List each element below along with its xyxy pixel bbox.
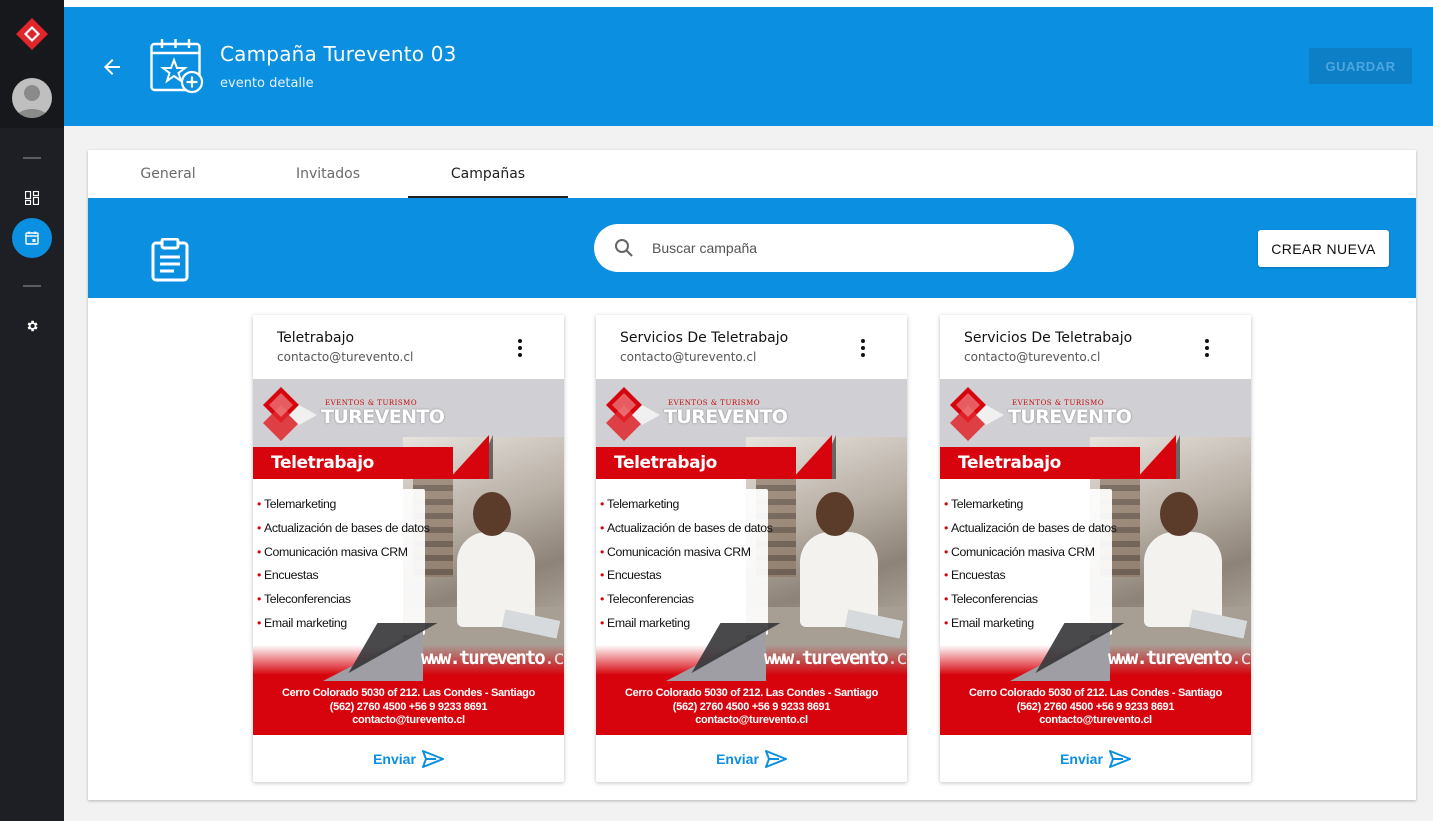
campaign-card[interactable]: Servicios De Teletrabajo contacto@tureve…	[940, 315, 1251, 782]
tab-invitados[interactable]: Invitados	[248, 150, 408, 198]
flyer-brand: TUREVENTO	[1008, 406, 1132, 428]
save-button[interactable]: GUARDAR	[1309, 48, 1412, 84]
flyer-service-item: Encuestas	[944, 564, 1112, 588]
campaign-title: Servicios De Teletrabajo	[620, 330, 789, 346]
page-subtitle: evento detalle	[220, 76, 314, 91]
tab-bar: General Invitados Campañas	[88, 150, 1416, 198]
campaign-title: Teletrabajo	[277, 330, 355, 346]
send-icon	[1108, 749, 1131, 768]
send-label: Enviar	[1060, 750, 1103, 767]
flyer-url: www.turevento.cl	[421, 647, 564, 669]
flyer-banner-text: Teletrabajo	[271, 453, 374, 473]
more-vert-icon[interactable]	[511, 337, 529, 359]
send-button[interactable]: Enviar	[596, 735, 907, 782]
search-input[interactable]	[652, 236, 1052, 260]
more-vert-icon[interactable]	[1198, 337, 1216, 359]
flyer-service-item: Comunicación masiva CRM	[600, 541, 768, 565]
create-new-button[interactable]: CREAR NUEVA	[1258, 230, 1389, 267]
flyer-url: www.turevento.cl	[764, 647, 907, 669]
sidebar-header	[0, 0, 64, 128]
user-avatar[interactable]	[12, 78, 52, 118]
sidebar	[0, 0, 64, 821]
turevento-logo-icon	[950, 387, 1004, 441]
back-arrow-icon[interactable]	[100, 55, 124, 79]
send-button[interactable]: Enviar	[940, 735, 1251, 782]
more-vert-icon[interactable]	[854, 337, 872, 359]
flyer-contact: Cerro Colorado 5030 of 212. Las Condes -…	[281, 687, 536, 726]
flyer-service-item: Comunicación masiva CRM	[257, 541, 425, 565]
flyer-banner-text: Teletrabajo	[614, 453, 717, 473]
user-silhouette-icon	[16, 85, 48, 118]
campaign-toolbar: CREAR NUEVA	[88, 198, 1416, 298]
campaign-card[interactable]: Servicios De Teletrabajo contacto@tureve…	[596, 315, 907, 782]
search-icon	[615, 239, 633, 257]
search-bar	[594, 224, 1074, 272]
campaign-title: Servicios De Teletrabajo	[964, 330, 1133, 346]
campaign-image[interactable]: EVENTOS & TURISMO TUREVENTO Teletrabajo …	[253, 379, 564, 735]
send-icon	[421, 749, 444, 768]
flyer-service-item: Teleconferencias	[944, 588, 1112, 612]
flyer-brand: TUREVENTO	[321, 406, 445, 428]
turevento-logo-icon	[606, 387, 660, 441]
flyer-services-list: TelemarketingActualización de bases de d…	[257, 489, 430, 636]
sidebar-divider	[23, 157, 41, 159]
flyer-service-item: Telemarketing	[257, 493, 425, 517]
send-icon	[764, 749, 787, 768]
flyer-service-item: Telemarketing	[944, 493, 1112, 517]
flyer-service-item: Actualización de bases de datos	[600, 517, 773, 541]
calendar-icon	[25, 231, 39, 245]
send-button[interactable]: Enviar	[253, 735, 564, 782]
flyer-service-item: Actualización de bases de datos	[257, 517, 430, 541]
turevento-logo-icon	[263, 387, 317, 441]
flyer-banner-text: Teletrabajo	[958, 453, 1061, 473]
dashboard-icon	[25, 191, 39, 205]
campaign-flyer: EVENTOS & TURISMO TUREVENTO Teletrabajo …	[596, 379, 907, 735]
campaign-image[interactable]: EVENTOS & TURISMO TUREVENTO Teletrabajo …	[940, 379, 1251, 735]
flyer-services-list: TelemarketingActualización de bases de d…	[944, 489, 1117, 636]
campaign-image[interactable]: EVENTOS & TURISMO TUREVENTO Teletrabajo …	[596, 379, 907, 735]
flyer-service-item: Teleconferencias	[257, 588, 425, 612]
flyer-service-item: Telemarketing	[600, 493, 768, 517]
sidebar-item-events[interactable]	[12, 218, 52, 258]
flyer-service-item: Encuestas	[600, 564, 768, 588]
campaign-email: contacto@turevento.cl	[277, 350, 414, 364]
campaign-email: contacto@turevento.cl	[964, 350, 1101, 364]
campaign-email: contacto@turevento.cl	[620, 350, 757, 364]
sidebar-item-dashboard[interactable]	[20, 186, 44, 210]
flyer-contact: Cerro Colorado 5030 of 212. Las Condes -…	[968, 687, 1223, 726]
flyer-service-item: Encuestas	[257, 564, 425, 588]
event-calendar-star-icon	[150, 39, 204, 94]
flyer-service-item: Actualización de bases de datos	[944, 517, 1117, 541]
flyer-service-item: Teleconferencias	[600, 588, 768, 612]
campaign-flyer: EVENTOS & TURISMO TUREVENTO Teletrabajo …	[253, 379, 564, 735]
page-header: Campaña Turevento 03 evento detalle GUAR…	[64, 0, 1433, 126]
header-topline	[64, 0, 1433, 7]
campaign-card[interactable]: Teletrabajo contacto@turevento.cl EVENTO…	[253, 315, 564, 782]
flyer-service-item: Comunicación masiva CRM	[944, 541, 1112, 565]
flyer-contact: Cerro Colorado 5030 of 212. Las Condes -…	[624, 687, 879, 726]
campaign-flyer: EVENTOS & TURISMO TUREVENTO Teletrabajo …	[940, 379, 1251, 735]
app-logo[interactable]	[15, 17, 49, 51]
gear-icon	[27, 320, 38, 332]
page-title: Campaña Turevento 03	[220, 42, 457, 66]
send-label: Enviar	[373, 750, 416, 767]
clipboard-icon	[151, 238, 189, 282]
flyer-services-list: TelemarketingActualización de bases de d…	[600, 489, 773, 636]
flyer-url: www.turevento.cl	[1108, 647, 1251, 669]
sidebar-divider	[23, 285, 41, 287]
send-label: Enviar	[716, 750, 759, 767]
tab-campanas[interactable]: Campañas	[408, 150, 568, 198]
tab-general[interactable]: General	[88, 150, 248, 198]
sidebar-item-settings[interactable]	[20, 314, 44, 338]
flyer-brand: TUREVENTO	[664, 406, 788, 428]
